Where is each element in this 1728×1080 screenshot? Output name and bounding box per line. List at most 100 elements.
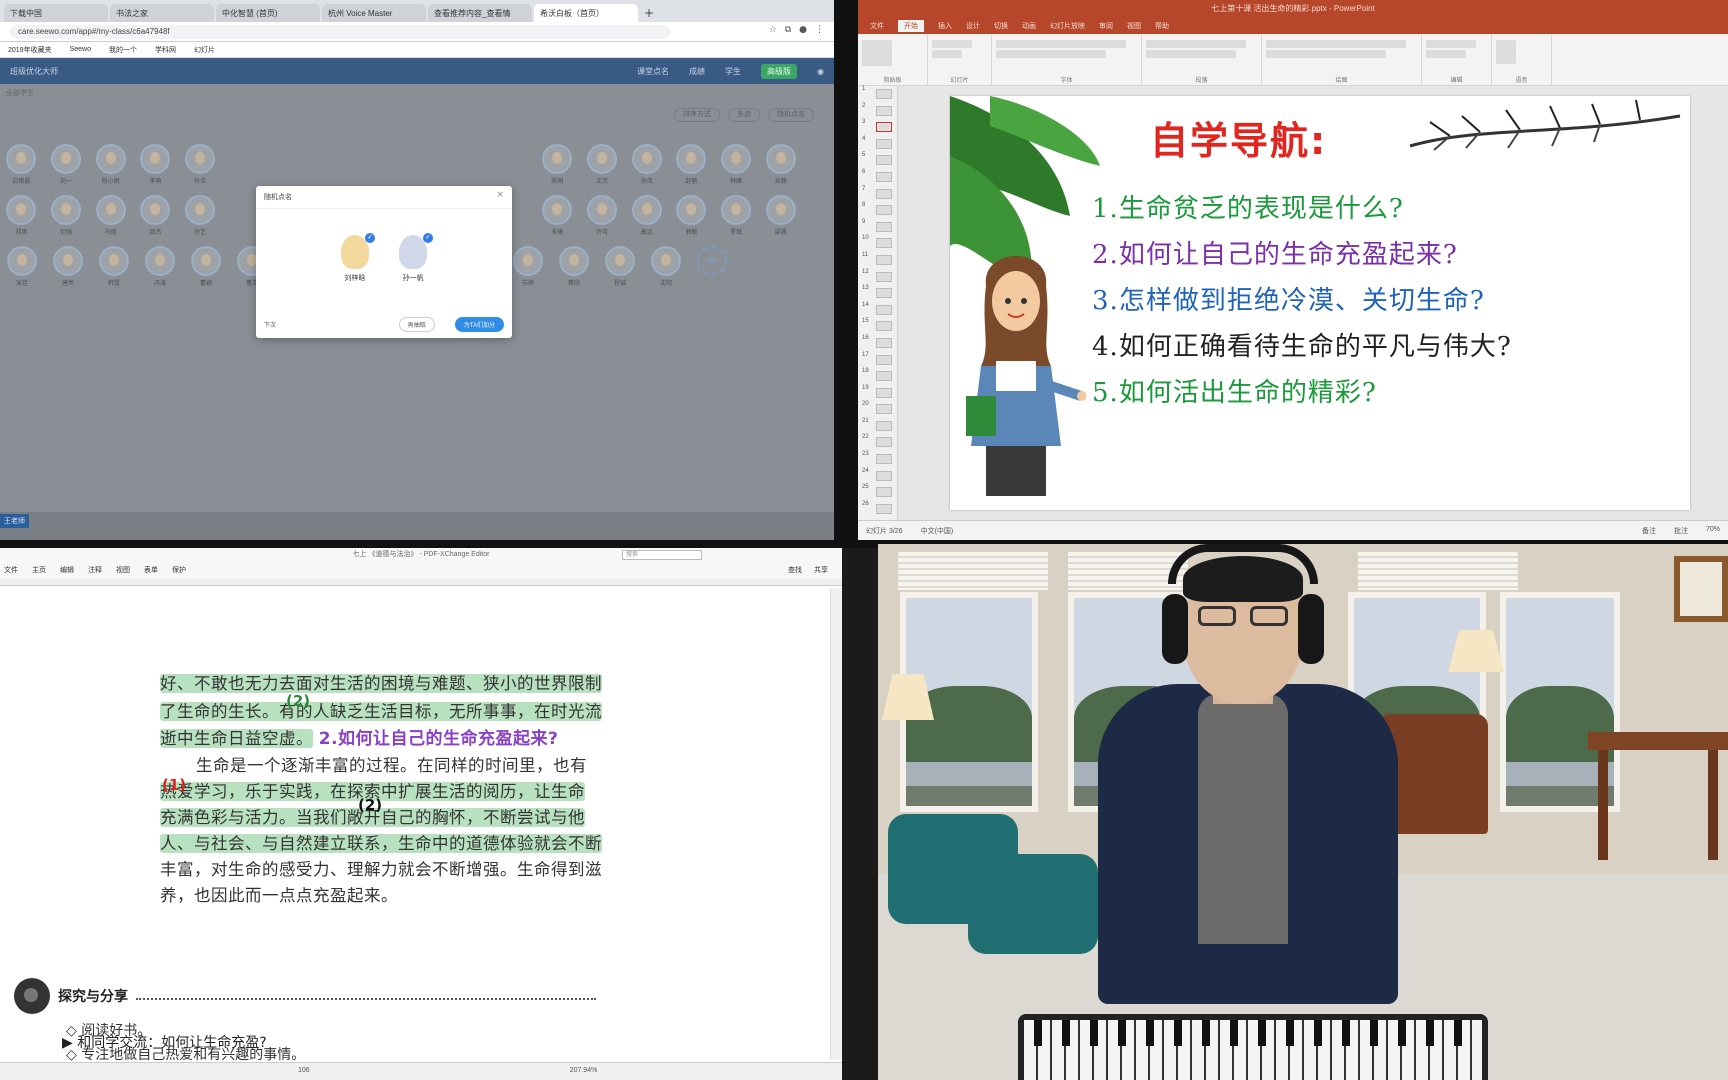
browser-tab[interactable]: 中化智慧 (首页) [216,4,320,22]
slide-thumbnail[interactable]: 9 [858,219,897,236]
ribbon-tab[interactable]: 帮助 [1155,21,1169,31]
share-button[interactable]: 共享 [814,565,828,575]
slide-thumbnail[interactable]: 13 [858,285,897,302]
zoom-level[interactable]: 207.94% [570,1067,598,1076]
annotation-mark[interactable]: (2) [286,692,310,710]
taskbar-tag[interactable]: 王老师 [0,514,29,528]
browser-tab[interactable]: 下载中国 [4,4,108,22]
close-icon[interactable]: × [496,190,504,200]
annotation-mark[interactable]: (1) [162,776,186,794]
student-card[interactable]: 郑爽 [6,195,37,236]
menu-item[interactable]: 注释 [88,565,102,575]
slide-thumbnail[interactable]: 4 [858,136,897,153]
menu-dots-icon[interactable]: ⋮ [815,25,824,35]
slide-thumbnail[interactable]: 8 [858,202,897,219]
url-input[interactable]: care.seewo.com/app#/my-class/c6a47948f [10,25,670,39]
student-card[interactable]: 马丽 [95,195,126,236]
slide-thumbnail[interactable]: 22 [858,434,897,451]
browser-tab-active[interactable]: 希沃白板（首页） [534,4,638,22]
slide-thumbnail[interactable]: 19 [858,385,897,402]
menu-item[interactable]: 编辑 [60,565,74,575]
slide-thumbnail[interactable]: 24 [858,468,897,485]
menu-item[interactable]: 主页 [32,565,46,575]
page-number[interactable]: 106 [298,1067,310,1076]
multi-select-button[interactable]: 多选 [728,108,760,122]
annotation-mark[interactable]: (2) [358,796,382,814]
student-card[interactable]: 孙浩 [185,144,216,185]
slide-thumbnail[interactable]: 12 [858,269,897,286]
vertical-scrollbar[interactable] [830,588,842,1060]
add-points-button[interactable]: 为TA们加分 [454,317,504,332]
ribbon-group[interactable]: 段落 [1142,34,1262,86]
ribbon-group[interactable]: 幻灯片 [928,34,992,86]
add-student-button[interactable]: + [696,246,728,287]
ribbon-group[interactable]: 字体 [992,34,1142,86]
bookmark-item[interactable]: 2019年收藏夹 [8,45,52,55]
slide-thumbnail[interactable]: 18 [858,368,897,385]
slide-thumbnail[interactable]: 7 [858,186,897,203]
random-pick-button[interactable]: 随机点名 [768,108,814,122]
ribbon-tab[interactable]: 视图 [1127,21,1141,31]
slide-thumbnail[interactable]: 17 [858,352,897,369]
notes-button[interactable]: 备注 [1642,526,1656,535]
student-card[interactable]: 冯涛 [144,246,176,287]
student-card[interactable]: 梁晨 [765,195,796,236]
slide-thumbnail[interactable]: 23 [858,451,897,468]
menu-item[interactable]: 视图 [116,565,130,575]
student-card[interactable]: 陈明 [542,144,573,185]
slide-thumbnail[interactable]: 11 [858,252,897,269]
zoom-level[interactable]: 70% [1706,526,1720,535]
student-card[interactable]: 蒋欣 [558,246,590,287]
next-time-toggle[interactable]: 下次 [264,320,276,329]
appbar-item[interactable]: 课堂点名 [637,66,669,77]
ribbon-tab[interactable]: 审阅 [1099,21,1113,31]
student-card[interactable]: 唐亮 [52,246,84,287]
student-card[interactable]: 李萌 [140,144,171,185]
slide-thumbnail[interactable]: 15 [858,318,897,335]
slide-thumbnail[interactable]: 16 [858,335,897,352]
bookmark-item[interactable]: Seewo [70,46,91,53]
bookmark-item[interactable]: 我的一个 [109,45,137,55]
user-avatar[interactable]: ◉ [817,67,824,76]
student-card[interactable]: 周杰 [140,195,171,236]
appbar-item[interactable]: 成绩 [689,66,705,77]
picked-student[interactable]: ✓ 孙一帆 [399,233,433,283]
student-card[interactable]: 苏婷 [512,246,544,287]
slide-thumbnail[interactable]: 14 [858,302,897,319]
student-card[interactable]: 张伟 [631,144,662,185]
ribbon-tab[interactable]: 插入 [938,21,952,31]
slide-thumbnail[interactable]: 2 [858,103,897,120]
slide-thumbnail[interactable]: 26 [858,501,897,518]
ribbon-tab[interactable]: 开始 [898,20,924,32]
ribbon-group[interactable]: 绘图 [1262,34,1422,86]
browser-tab[interactable]: 杭州 Voice Master [322,4,426,22]
ribbon-tab[interactable]: 幻灯片放映 [1050,21,1085,31]
ribbon-group[interactable]: 剪贴板 [858,34,928,86]
menu-item[interactable]: 表单 [144,565,158,575]
student-card[interactable]: 杨小雨 [95,144,126,185]
profile-icon[interactable]: ● [799,25,807,35]
bookmark-item[interactable]: 学科网 [155,45,176,55]
student-card[interactable]: 王芳 [587,144,618,185]
ribbon-group[interactable]: 编辑 [1422,34,1492,86]
student-card[interactable]: 罗斌 [721,195,752,236]
picked-student[interactable]: ✓ 刘梓晗 [341,233,375,283]
pdf-search-input[interactable]: 搜索 [622,550,702,560]
ribbon-tab[interactable]: 文件 [870,21,884,31]
ribbon-tab[interactable]: 设计 [966,21,980,31]
student-card[interactable]: 白雨晨 [6,144,37,185]
sort-button[interactable]: 排序方式 [674,108,720,122]
student-card[interactable]: 曹颖 [190,246,222,287]
slide-thumbnail[interactable]: 5 [858,152,897,169]
student-card[interactable]: 高远 [631,195,662,236]
bookmark-item[interactable]: 幻灯片 [194,45,215,55]
student-card[interactable]: 韩雪 [98,246,130,287]
browser-tab[interactable]: 查看推荐内容_查看情 [428,4,532,22]
student-card[interactable]: 郭敏 [676,195,707,236]
comments-button[interactable]: 批注 [1674,526,1688,535]
appbar-item[interactable]: 学生 [725,66,741,77]
bookmark-star-icon[interactable]: ☆ [769,25,777,35]
student-card[interactable]: 程诚 [604,246,636,287]
ribbon-tab[interactable]: 动画 [1022,21,1036,31]
student-card[interactable]: 刘一 [51,144,82,185]
